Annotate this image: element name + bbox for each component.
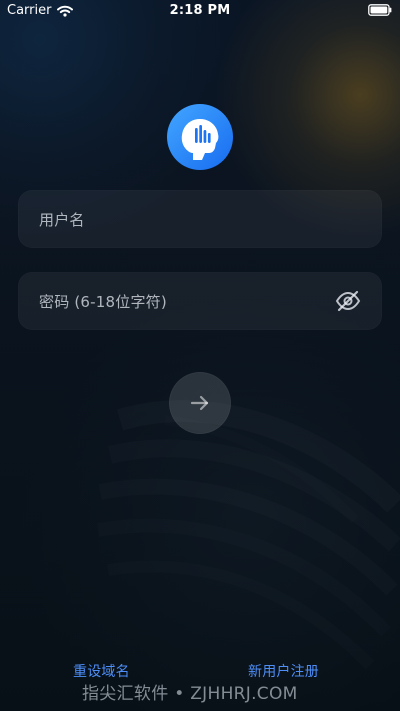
eye-off-icon[interactable]	[335, 289, 361, 313]
login-screen: Carrier 2:18 PM 用户名 密码 (6-18位字符) 重设域名 新用…	[0, 0, 400, 711]
reset-domain-link[interactable]: 重设域名	[73, 661, 130, 681]
carrier-label: Carrier	[7, 3, 52, 18]
password-placeholder: 密码 (6-18位字符)	[39, 293, 167, 311]
submit-button[interactable]	[169, 372, 231, 434]
voice-head-logo-icon	[167, 104, 233, 170]
username-field[interactable]: 用户名	[18, 190, 382, 248]
battery-icon	[368, 4, 392, 16]
username-placeholder: 用户名	[39, 211, 85, 229]
watermark-text: 指尖汇软件 • ZJHHRJ.COM	[82, 684, 298, 704]
app-logo	[166, 103, 234, 171]
register-link[interactable]: 新用户注册	[248, 661, 319, 681]
status-time: 2:18 PM	[169, 3, 231, 18]
password-field[interactable]: 密码 (6-18位字符)	[18, 272, 382, 330]
carrier-group: Carrier	[7, 3, 74, 18]
status-bar: Carrier 2:18 PM	[0, 0, 400, 22]
arrow-right-icon	[190, 395, 209, 411]
wifi-icon	[57, 5, 74, 17]
